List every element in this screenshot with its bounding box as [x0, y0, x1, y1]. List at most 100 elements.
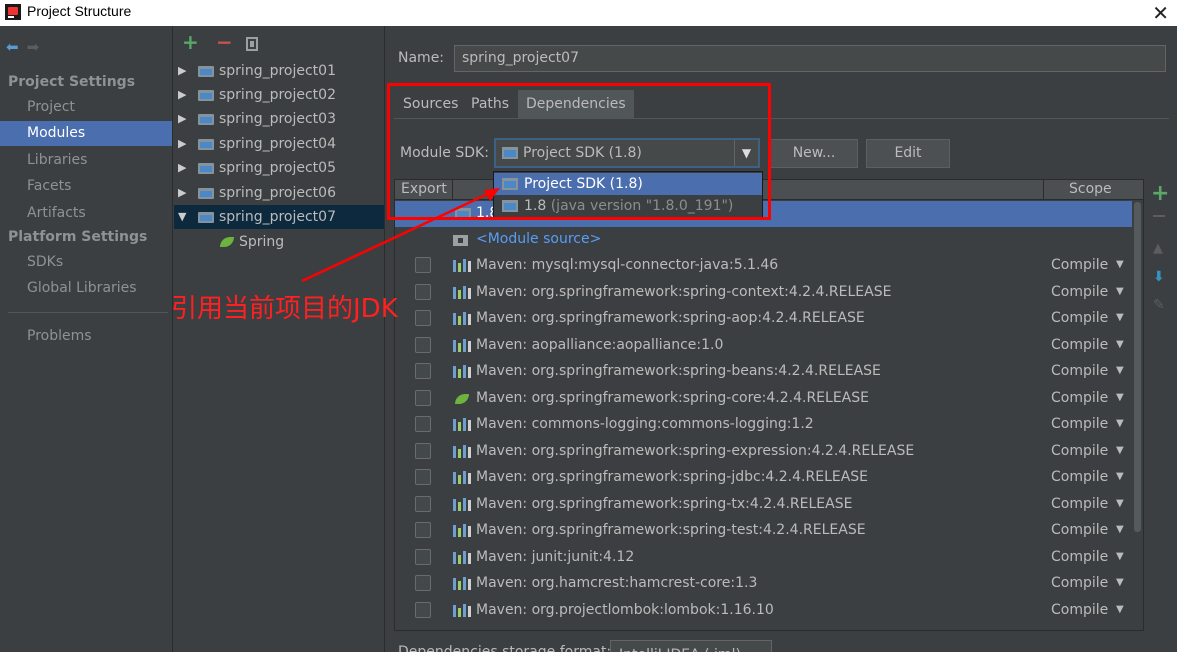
sidebar-item-modules[interactable]: Modules: [0, 121, 172, 146]
copy-module-icon[interactable]: [246, 37, 258, 51]
table-row[interactable]: Maven: org.springframework:spring-beans:…: [395, 359, 1132, 385]
export-checkbox[interactable]: [415, 310, 431, 326]
dependency-name: Maven: mysql:mysql-connector-java:5.1.46: [476, 257, 779, 273]
expand-arrow-icon[interactable]: ▶: [178, 181, 186, 205]
scope-select[interactable]: Compile: [1051, 522, 1108, 538]
table-row[interactable]: Maven: org.springframework:spring-core:4…: [395, 386, 1132, 412]
scope-select[interactable]: Compile: [1051, 310, 1108, 326]
sidebar-item-problems[interactable]: Problems: [0, 324, 172, 349]
move-up-icon[interactable]: ▲: [1153, 241, 1163, 256]
sidebar-item-global-libraries[interactable]: Global Libraries: [0, 276, 172, 301]
table-row[interactable]: Maven: org.springframework:spring-jdbc:4…: [395, 465, 1132, 491]
table-scrollbar[interactable]: [1134, 202, 1141, 532]
table-row[interactable]: Maven: aopalliance:aopalliance:1.0 Compi…: [395, 333, 1132, 359]
tree-item-module[interactable]: ▶ spring_project02: [174, 83, 384, 107]
export-checkbox[interactable]: [415, 284, 431, 300]
scope-column-header[interactable]: Scope: [1069, 181, 1112, 197]
new-sdk-button[interactable]: New...: [770, 139, 858, 168]
edit-sdk-button[interactable]: Edit: [866, 139, 950, 168]
chevron-down-icon[interactable]: ▼: [1116, 339, 1124, 350]
table-row[interactable]: Maven: org.springframework:spring-aop:4.…: [395, 306, 1132, 332]
export-checkbox[interactable]: [415, 575, 431, 591]
chevron-down-icon[interactable]: ▼: [1116, 445, 1124, 456]
sidebar-item-facets[interactable]: Facets: [0, 174, 172, 199]
sidebar-item-libraries[interactable]: Libraries: [0, 148, 172, 173]
chevron-down-icon[interactable]: ▼: [1116, 312, 1124, 323]
table-row[interactable]: Maven: org.springframework:spring-test:4…: [395, 518, 1132, 544]
scope-select[interactable]: Compile: [1051, 416, 1108, 432]
chevron-down-icon[interactable]: ▼: [1116, 286, 1124, 297]
export-checkbox[interactable]: [415, 469, 431, 485]
scope-select[interactable]: Compile: [1051, 443, 1108, 459]
table-row[interactable]: Maven: org.springframework:spring-tx:4.2…: [395, 492, 1132, 518]
library-icon: [453, 259, 471, 272]
scope-select[interactable]: Compile: [1051, 575, 1108, 591]
table-row[interactable]: Maven: junit:junit:4.12 Compile ▼: [395, 545, 1132, 571]
back-arrow-icon[interactable]: ⬅: [6, 38, 19, 56]
add-dependency-icon[interactable]: +: [1151, 181, 1169, 206]
tree-item-module[interactable]: ▶ spring_project01: [174, 59, 384, 83]
expand-arrow-icon[interactable]: ▶: [178, 59, 186, 83]
chevron-down-icon[interactable]: ▼: [1116, 524, 1124, 535]
expand-arrow-icon[interactable]: ▶: [178, 107, 186, 131]
scope-select[interactable]: Compile: [1051, 496, 1108, 512]
forward-arrow-icon[interactable]: ➡: [27, 38, 40, 56]
tree-item-module[interactable]: ▶ spring_project05: [174, 156, 384, 180]
table-row-module-source[interactable]: <Module source>: [395, 227, 1132, 253]
sidebar-item-project[interactable]: Project: [0, 95, 172, 120]
scope-select[interactable]: Compile: [1051, 549, 1108, 565]
export-checkbox[interactable]: [415, 390, 431, 406]
chevron-down-icon[interactable]: ▼: [1116, 498, 1124, 509]
export-checkbox[interactable]: [415, 416, 431, 432]
tree-item-module-selected[interactable]: ▼ spring_project07: [174, 205, 384, 229]
module-name-field[interactable]: spring_project07: [454, 45, 1166, 72]
library-icon: [453, 445, 471, 458]
expand-arrow-icon[interactable]: ▶: [178, 156, 186, 180]
scope-select[interactable]: Compile: [1051, 390, 1108, 406]
chevron-down-icon[interactable]: ▼: [1116, 365, 1124, 376]
collapse-arrow-icon[interactable]: ▼: [178, 205, 186, 229]
tree-item-module[interactable]: ▶ spring_project04: [174, 132, 384, 156]
move-down-icon[interactable]: ⬇: [1153, 269, 1165, 285]
scope-select[interactable]: Compile: [1051, 363, 1108, 379]
export-checkbox[interactable]: [415, 549, 431, 565]
table-row[interactable]: Maven: mysql:mysql-connector-java:5.1.46…: [395, 253, 1132, 279]
scope-select[interactable]: Compile: [1051, 469, 1108, 485]
table-row[interactable]: Maven: org.projectlombok:lombok:1.16.10 …: [395, 598, 1132, 624]
chevron-down-icon[interactable]: ▼: [1116, 577, 1124, 588]
table-row[interactable]: Maven: org.hamcrest:hamcrest-core:1.3 Co…: [395, 571, 1132, 597]
edit-pencil-icon[interactable]: ✎: [1153, 297, 1165, 313]
export-checkbox[interactable]: [415, 602, 431, 618]
chevron-down-icon[interactable]: ▼: [1116, 604, 1124, 615]
scope-select[interactable]: Compile: [1051, 284, 1108, 300]
chevron-down-icon[interactable]: ▼: [1116, 471, 1124, 482]
export-checkbox[interactable]: [415, 337, 431, 353]
add-module-icon[interactable]: +: [182, 30, 199, 54]
export-checkbox[interactable]: [415, 363, 431, 379]
scope-select[interactable]: Compile: [1051, 602, 1108, 618]
remove-module-icon[interactable]: −: [216, 30, 233, 54]
table-row[interactable]: Maven: org.springframework:spring-contex…: [395, 280, 1132, 306]
chevron-down-icon[interactable]: ▼: [1116, 551, 1124, 562]
close-icon[interactable]: ✕: [1152, 1, 1169, 25]
storage-format-select[interactable]: IntelliJ IDEA (.iml): [610, 640, 772, 652]
chevron-down-icon[interactable]: ▼: [1116, 418, 1124, 429]
tree-item-module[interactable]: ▶ spring_project06: [174, 181, 384, 205]
export-checkbox[interactable]: [415, 496, 431, 512]
export-checkbox[interactable]: [415, 257, 431, 273]
sidebar-item-sdks[interactable]: SDKs: [0, 250, 172, 275]
tree-item-module[interactable]: ▶ spring_project03: [174, 107, 384, 131]
scope-select[interactable]: Compile: [1051, 337, 1108, 353]
sidebar-item-artifacts[interactable]: Artifacts: [0, 201, 172, 226]
expand-arrow-icon[interactable]: ▶: [178, 83, 186, 107]
chevron-down-icon[interactable]: ▼: [1116, 259, 1124, 270]
chevron-down-icon[interactable]: ▼: [1116, 392, 1124, 403]
tree-item-spring-facet[interactable]: Spring: [174, 230, 384, 254]
remove-dependency-icon[interactable]: [1153, 215, 1165, 217]
export-checkbox[interactable]: [415, 522, 431, 538]
export-checkbox[interactable]: [415, 443, 431, 459]
table-row[interactable]: Maven: commons-logging:commons-logging:1…: [395, 412, 1132, 438]
expand-arrow-icon[interactable]: ▶: [178, 132, 186, 156]
scope-select[interactable]: Compile: [1051, 257, 1108, 273]
table-row[interactable]: Maven: org.springframework:spring-expres…: [395, 439, 1132, 465]
